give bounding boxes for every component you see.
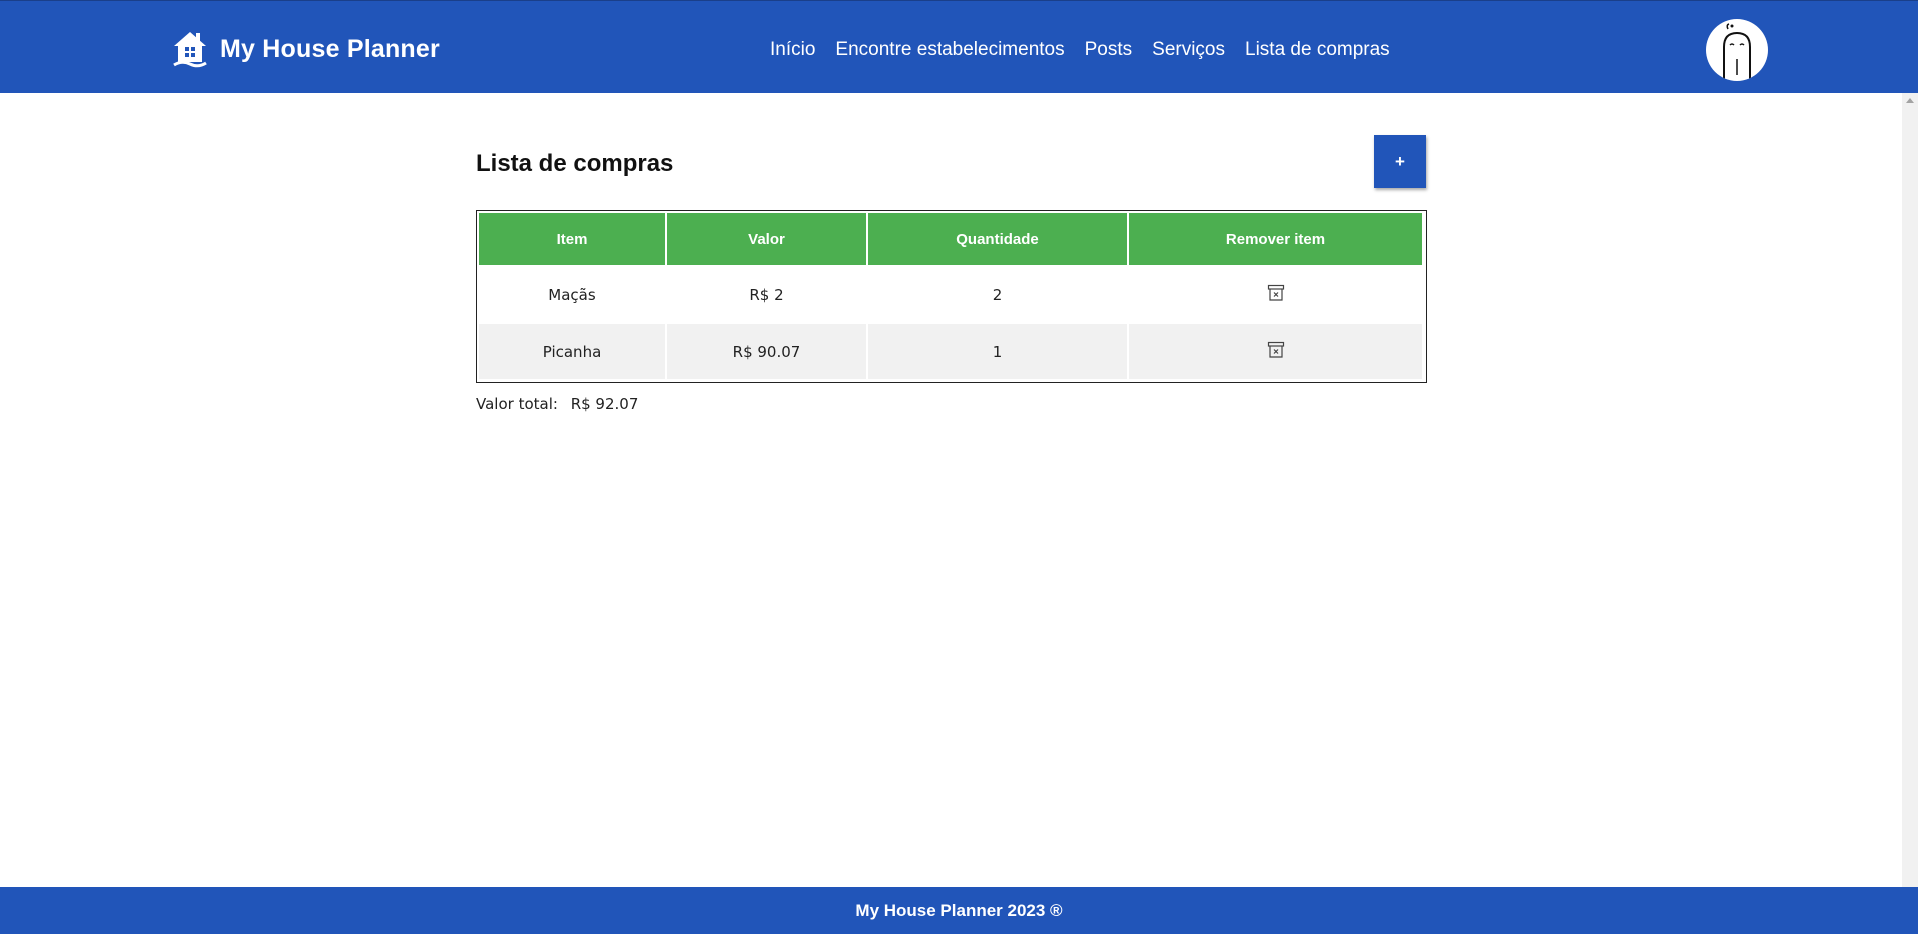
- scroll-up-arrow-icon[interactable]: [1906, 98, 1914, 103]
- column-header-valor: Valor: [667, 213, 866, 265]
- cell-item: Maçãs: [479, 267, 665, 322]
- cell-quantidade: 1: [868, 324, 1127, 379]
- cell-item: Picanha: [479, 324, 665, 379]
- total-summary: Valor total: R$ 92.07: [476, 395, 638, 413]
- nav-link-lista-de-compras[interactable]: Lista de compras: [1245, 39, 1390, 61]
- table-header-row: Item Valor Quantidade Remover item: [479, 213, 1422, 265]
- nav-link-servicos[interactable]: Serviços: [1152, 39, 1225, 61]
- footer-text: My House Planner 2023 ®: [855, 901, 1063, 920]
- page-title: Lista de compras: [476, 150, 674, 177]
- table-row: Picanha R$ 90.07 1: [479, 324, 1422, 379]
- brand[interactable]: My House Planner: [172, 29, 440, 69]
- column-header-item: Item: [479, 213, 665, 265]
- cell-quantidade: 2: [868, 267, 1127, 322]
- scrollbar[interactable]: [1902, 93, 1918, 887]
- cell-remove: [1129, 267, 1422, 322]
- shopping-list-table: Item Valor Quantidade Remover item Maçãs…: [477, 211, 1424, 381]
- nav-link-posts[interactable]: Posts: [1085, 39, 1133, 61]
- top-navbar: My House Planner Início Encontre estabel…: [0, 0, 1918, 93]
- trash-icon[interactable]: [1266, 283, 1286, 307]
- column-header-quantidade: Quantidade: [868, 213, 1127, 265]
- house-icon: [173, 32, 207, 68]
- table-row: Maçãs R$ 2 2: [479, 267, 1422, 322]
- cell-remove: [1129, 324, 1422, 379]
- cell-valor: R$ 2: [667, 267, 866, 322]
- column-header-remover-item: Remover item: [1129, 213, 1422, 265]
- cell-valor: R$ 90.07: [667, 324, 866, 379]
- avatar-icon: [1723, 23, 1751, 81]
- shopping-list-table-container: Item Valor Quantidade Remover item Maçãs…: [476, 210, 1427, 383]
- footer: My House Planner 2023 ®: [0, 887, 1918, 934]
- main-nav: Início Encontre estabelecimentos Posts S…: [770, 39, 1390, 61]
- avatar[interactable]: [1706, 19, 1768, 81]
- add-item-button[interactable]: +: [1374, 135, 1426, 188]
- brand-name: My House Planner: [220, 34, 440, 63]
- trash-icon[interactable]: [1266, 340, 1286, 364]
- nav-link-inicio[interactable]: Início: [770, 39, 815, 61]
- total-value: R$ 92.07: [570, 395, 639, 413]
- total-label: Valor total:: [476, 395, 558, 413]
- nav-link-encontre-estabelecimentos[interactable]: Encontre estabelecimentos: [835, 39, 1064, 61]
